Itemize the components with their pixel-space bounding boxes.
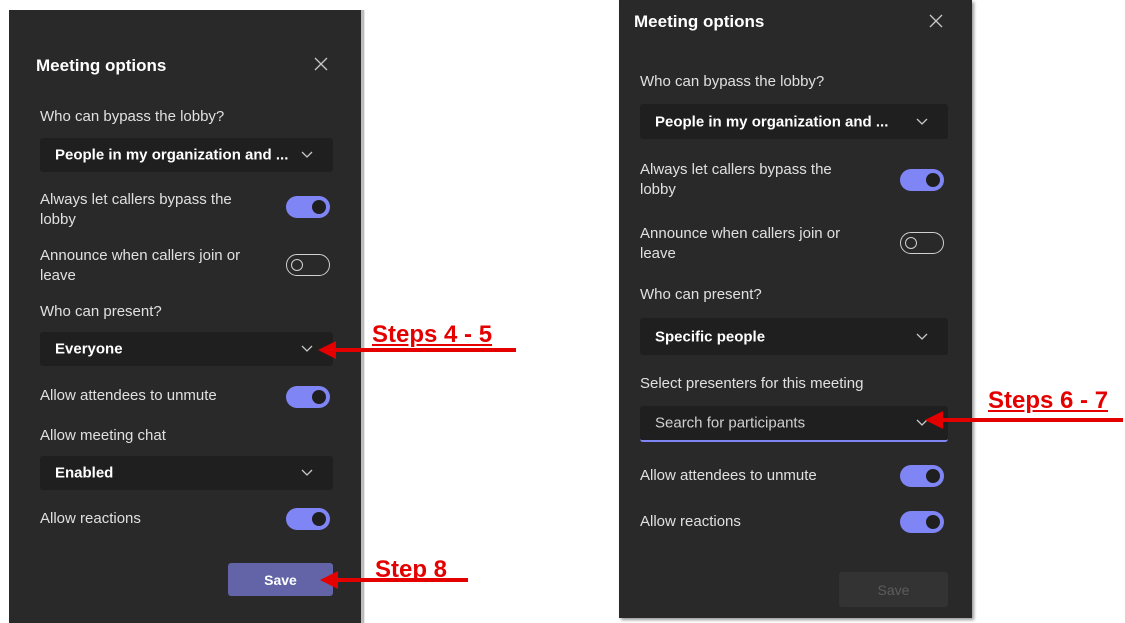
present-label: Who can present? — [40, 303, 162, 320]
arrow-left-icon — [320, 571, 468, 589]
reactions-toggle[interactable] — [900, 511, 944, 533]
lobby-dropdown-value: People in my organization and ... — [55, 146, 289, 164]
reactions-toggle[interactable] — [286, 508, 330, 530]
chevron-down-icon — [301, 151, 313, 158]
unmute-toggle[interactable] — [900, 465, 944, 487]
lobby-label: Who can bypass the lobby? — [40, 108, 225, 125]
save-button[interactable]: Save — [228, 563, 333, 596]
callers-bypass-toggle[interactable] — [286, 196, 330, 218]
chevron-down-icon — [301, 469, 313, 476]
present-dropdown-value: Specific people — [655, 328, 766, 345]
chevron-down-icon — [301, 345, 313, 352]
panel-title: Meeting options — [634, 12, 765, 31]
chevron-down-icon — [916, 333, 928, 340]
arrow-left-icon — [925, 411, 1123, 429]
chevron-down-icon — [916, 118, 928, 125]
chat-dropdown-value: Enabled — [55, 464, 114, 482]
presenters-search-input[interactable]: Search for participants — [640, 406, 948, 442]
chat-label: Allow meeting chat — [40, 427, 166, 444]
reactions-label: Allow reactions — [640, 513, 741, 530]
meeting-options-panel-right: Meeting options Who can bypass the lobby… — [619, 0, 972, 618]
announce-label: Announce when callers join or leave — [640, 225, 841, 262]
reactions-label: Allow reactions — [40, 510, 141, 527]
present-dropdown[interactable]: Specific people — [640, 318, 948, 355]
arrow-left-icon — [318, 341, 516, 359]
unmute-toggle[interactable] — [286, 386, 330, 408]
meeting-options-panel-left: Meeting options Who can bypass the lobby… — [9, 10, 361, 623]
close-icon[interactable] — [313, 56, 329, 72]
lobby-dropdown-value: People in my organization and ... — [655, 113, 889, 130]
unmute-label: Allow attendees to unmute — [640, 467, 817, 484]
announce-toggle[interactable] — [900, 232, 944, 254]
announce-label: Announce when callers join or leave — [40, 247, 241, 284]
present-dropdown-value: Everyone — [55, 340, 123, 358]
announce-toggle[interactable] — [286, 254, 330, 276]
close-icon[interactable] — [928, 13, 944, 29]
lobby-label: Who can bypass the lobby? — [640, 73, 825, 90]
presenters-search-placeholder: Search for participants — [655, 414, 806, 432]
save-button[interactable]: Save — [839, 572, 948, 607]
callers-bypass-label: Always let callers bypass the lobby — [640, 161, 832, 198]
presenters-label: Select presenters for this meeting — [640, 375, 864, 392]
chat-dropdown[interactable]: Enabled — [40, 456, 333, 490]
lobby-dropdown[interactable]: People in my organization and ... — [40, 138, 333, 172]
callers-bypass-toggle[interactable] — [900, 169, 944, 191]
panel-title: Meeting options — [36, 56, 167, 75]
present-label: Who can present? — [640, 286, 762, 303]
unmute-label: Allow attendees to unmute — [40, 387, 217, 404]
callers-bypass-label: Always let callers bypass the lobby — [40, 191, 232, 228]
present-dropdown[interactable]: Everyone — [40, 332, 333, 366]
lobby-dropdown[interactable]: People in my organization and ... — [640, 104, 948, 139]
